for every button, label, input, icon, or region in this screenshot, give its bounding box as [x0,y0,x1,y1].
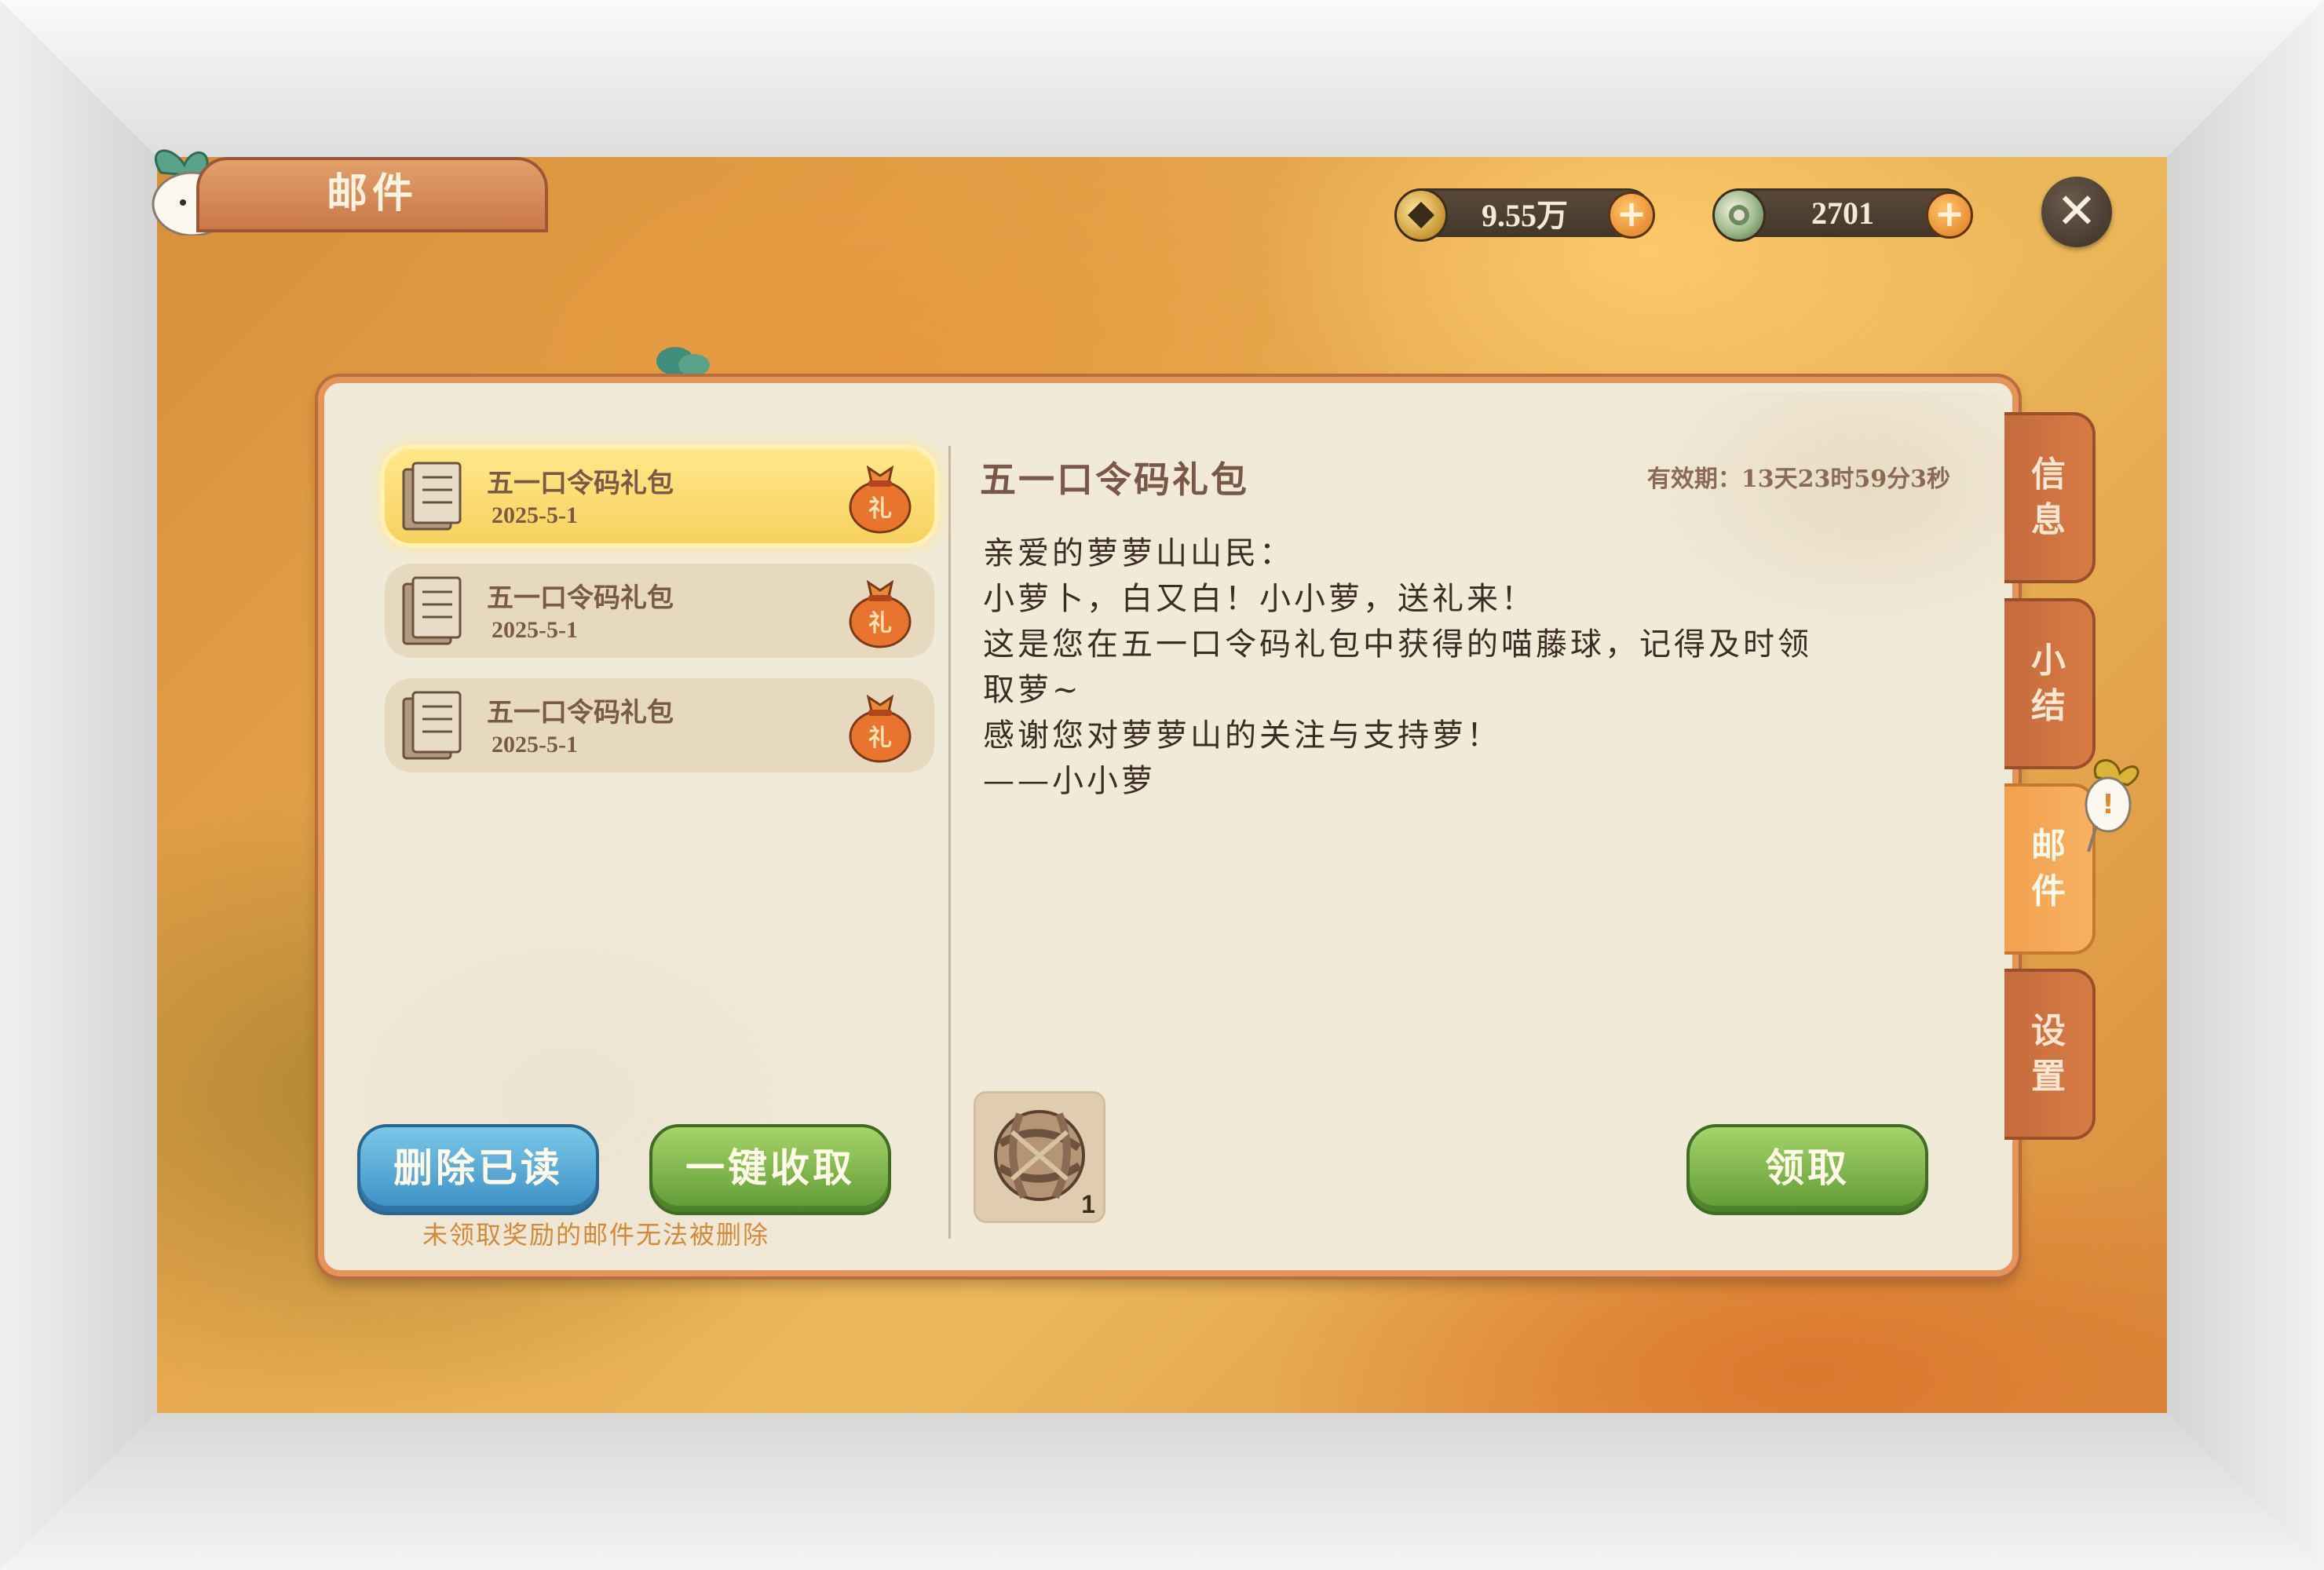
collect-all-button[interactable]: 一键收取 [649,1124,891,1215]
copper-currency-bar: 9.55万 + [1394,188,1655,242]
reward-slot[interactable]: 1 [974,1091,1105,1223]
jade-currency-bar: 2701 + [1712,188,1973,242]
side-tab-char: 小 [2031,641,2066,681]
mail-body-line: 这是您在五一口令码礼包中获得的喵藤球，记得及时领 [983,626,1812,663]
copper-coin-icon [1394,188,1448,242]
frame-bevel-top [0,0,2324,157]
delete-hint-text: 未领取奖励的邮件无法被删除 [422,1220,770,1250]
svg-text:礼: 礼 [868,725,892,752]
jade-coin-icon [1712,188,1766,242]
mail-title: 五一口令码礼包 [487,468,674,499]
side-tab-char: 置 [2031,1057,2066,1097]
radish-notification-icon: ! [2085,759,2139,853]
rattan-ball-icon [994,1110,1085,1201]
gift-bag-icon: 礼 [849,465,912,534]
delete-read-button[interactable]: 删除已读 [357,1124,599,1215]
letter-icon [402,462,462,531]
frame-bevel-bottom [0,1413,2324,1570]
side-tab-char: 邮 [2031,826,2066,866]
mail-title-tab: 邮件 [196,157,548,232]
reward-count: 1 [1081,1190,1095,1218]
side-tab-char: 息 [2031,500,2066,540]
side-tab-info[interactable]: 信 息 [2004,412,2096,583]
svg-text:!: ! [2102,789,2114,820]
mail-body-line: 小萝卜，白又白！小小萝，送礼来！ [983,581,1536,617]
mail-body-line: 取萝~ [983,672,1082,708]
side-tab-char: 件 [2031,871,2066,911]
panel-divider [948,446,951,1239]
mail-title: 五一口令码礼包 [487,582,674,614]
mail-date: 2025-5-1 [491,502,578,528]
mail-title: 五一口令码礼包 [487,697,674,728]
side-tab-char: 结 [2031,686,2066,726]
frame-bevel-right [2167,0,2324,1570]
letter-icon [402,691,462,760]
close-button[interactable]: ✕ [2041,177,2112,247]
gift-bag-icon: 礼 [849,694,912,763]
side-tab-summary[interactable]: 小 结 [2004,598,2096,769]
mail-date: 2025-5-1 [491,732,578,758]
svg-text:礼: 礼 [868,495,892,523]
side-tab-settings[interactable]: 设 置 [2004,969,2096,1140]
mail-body-line: 感谢您对萝萝山的关注与支持萝！ [983,717,1501,754]
frame-bevel-left [0,0,157,1570]
mail-detail-title: 五一口令码礼包 [980,458,1249,501]
side-tab-char: 信 [2031,455,2066,495]
mail-list-item[interactable]: 五一口令码礼包 2025-5-1 礼 [385,449,934,543]
mail-body-line: 亲爱的萝萝山山民： [983,535,1294,571]
mail-list-item[interactable]: 五一口令码礼包 2025-5-1 礼 [385,564,934,658]
side-tab-char: 设 [2031,1011,2066,1051]
claim-button[interactable]: 领取 [1686,1124,1928,1215]
mail-date: 2025-5-1 [491,617,578,643]
mail-body-line: ——小小萝 [983,763,1156,799]
gift-bag-icon: 礼 [849,579,912,648]
leaf-decoration-icon [656,347,710,376]
svg-text:礼: 礼 [868,610,892,637]
letter-icon [402,576,462,645]
add-jade-button[interactable]: + [1926,192,1973,239]
add-copper-button[interactable]: + [1608,192,1655,239]
mail-list-item[interactable]: 五一口令码礼包 2025-5-1 礼 [385,678,934,772]
mail-validity: 有效期：13天23时59分3秒 [1646,466,1950,493]
